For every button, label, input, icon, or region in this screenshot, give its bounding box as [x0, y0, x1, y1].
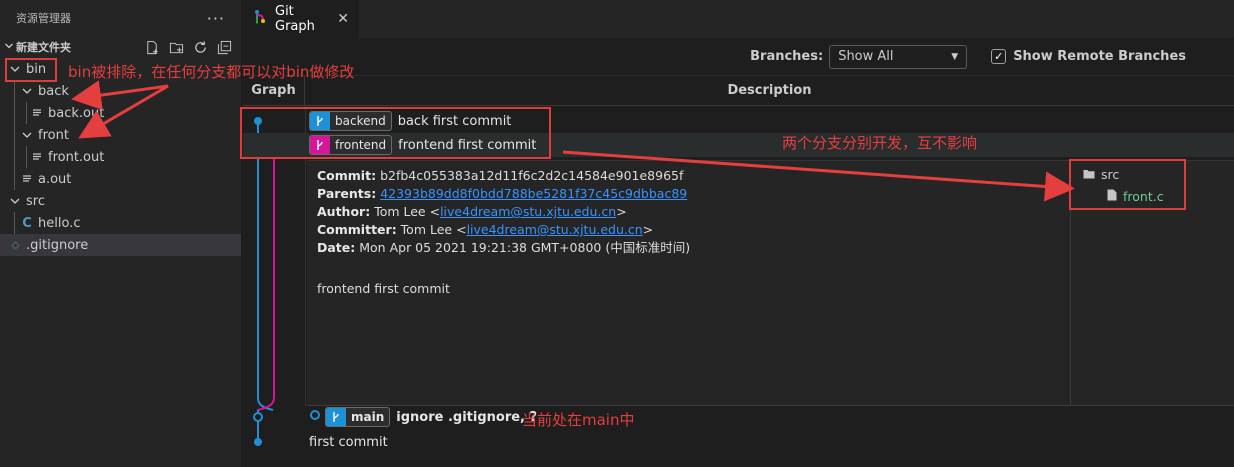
table-header: Graph Description [243, 75, 1234, 106]
tree-file-gitignore[interactable]: .gitignore [0, 234, 241, 256]
parent-hash-link[interactable]: 42393b89dd8f0bdd788be5281f37c45c9dbbac89 [380, 186, 687, 201]
explorer-title-bar: 资源管理器 ··· [0, 0, 241, 36]
chevron-down-icon [8, 195, 22, 207]
tree-file-a-out[interactable]: a.out [0, 168, 241, 190]
branches-label: Branches: [750, 49, 824, 64]
text-file-icon [30, 152, 44, 162]
chevron-down-icon [20, 85, 34, 97]
tab-git-graph[interactable]: Git Graph ✕ [243, 0, 359, 38]
tree-folder-front[interactable]: front [0, 124, 241, 146]
branches-dropdown-value: Show All [838, 49, 894, 64]
tree-file-front-out[interactable]: front.out [0, 146, 241, 168]
close-icon[interactable]: ✕ [337, 11, 349, 27]
author-email-link[interactable]: live4dream@stu.xjtu.edu.cn [440, 204, 616, 219]
collapse-all-icon[interactable] [217, 40, 232, 55]
chevron-down-icon [2, 41, 16, 54]
workspace-folder-name: 新建文件夹 [16, 41, 71, 54]
annotation-branches-note: 两个分支分别开发，互不影响 [782, 134, 978, 152]
tree-item-label: a.out [38, 171, 72, 187]
commit-node [254, 438, 262, 446]
more-actions-icon[interactable]: ··· [207, 9, 225, 28]
tree-folder-src[interactable]: src [0, 190, 241, 212]
tree-file-hello-c[interactable]: C hello.c [0, 212, 241, 234]
annotation-main-note: 当前处在main中 [522, 411, 635, 429]
git-graph-editor: Git Graph ✕ Branches: Show All ▼ ✓ Show … [240, 0, 1234, 467]
commit-row-head[interactable]: main ignore .gitignore, ? [309, 405, 537, 429]
tree-item-label: front [38, 127, 69, 143]
explorer-title: 资源管理器 [16, 12, 71, 25]
committer-email-link[interactable]: live4dream@stu.xjtu.edu.cn [467, 222, 643, 237]
commit-message: first commit [309, 434, 388, 450]
commit-row[interactable]: first commit [309, 430, 388, 454]
chevron-down-icon [20, 129, 34, 141]
git-file-icon [8, 240, 22, 251]
git-graph-icon [253, 9, 269, 29]
annotation-bin-note: bin被排除，在任何分支都可以对bin做修改 [68, 63, 355, 81]
annotation-box-branches [240, 107, 551, 159]
commit-message: ignore .gitignore, ? [396, 409, 538, 425]
branch-icon [326, 408, 346, 426]
show-remote-checkbox[interactable]: ✓ [991, 49, 1007, 64]
tree-item-label: back [38, 83, 69, 99]
c-file-icon: C [22, 215, 32, 231]
refresh-icon[interactable] [193, 40, 208, 55]
new-file-icon[interactable] [145, 40, 160, 55]
commit-graph [253, 117, 278, 446]
head-indicator-icon [309, 409, 321, 425]
show-remote-label[interactable]: Show Remote Branches [1013, 49, 1186, 64]
text-file-icon [20, 174, 34, 184]
new-folder-icon[interactable] [169, 40, 184, 55]
commit-date: Mon Apr 05 2021 19:21:38 GMT+0800 (中国标准时… [359, 240, 691, 255]
tree-item-label: front.out [48, 149, 105, 165]
commit-full-message: frontend first commit [317, 281, 450, 296]
tree-item-label: .gitignore [26, 237, 89, 253]
annotation-box-files [1069, 159, 1186, 210]
annotation-box-bin [5, 58, 57, 82]
tree-file-back-out[interactable]: back.out [0, 102, 241, 124]
commit-hash: b2fb4c055383a12d11f6c2d2c14584e901e8965f [380, 168, 684, 183]
tab-label: Git Graph [275, 4, 315, 34]
commit-info: Commit: b2fb4c055383a12d11f6c2d2c14584e9… [317, 168, 691, 255]
branches-dropdown[interactable]: Show All ▼ [829, 44, 968, 69]
text-file-icon [30, 108, 44, 118]
branch-ref-main[interactable]: main [325, 407, 391, 427]
tab-bar: Git Graph ✕ [243, 0, 1234, 38]
tree-folder-back[interactable]: back [0, 80, 241, 102]
description-column-header: Description [727, 83, 812, 98]
commit-node [253, 412, 263, 422]
graph-controls: Branches: Show All ▼ ✓ Show Remote Branc… [243, 38, 1234, 76]
dropdown-arrow-icon: ▼ [951, 51, 959, 62]
tree-item-label: hello.c [38, 215, 81, 231]
workspace-folder-header[interactable]: 新建文件夹 [0, 36, 241, 58]
tree-item-label: back.out [48, 105, 105, 121]
tree-item-label: src [26, 193, 45, 209]
